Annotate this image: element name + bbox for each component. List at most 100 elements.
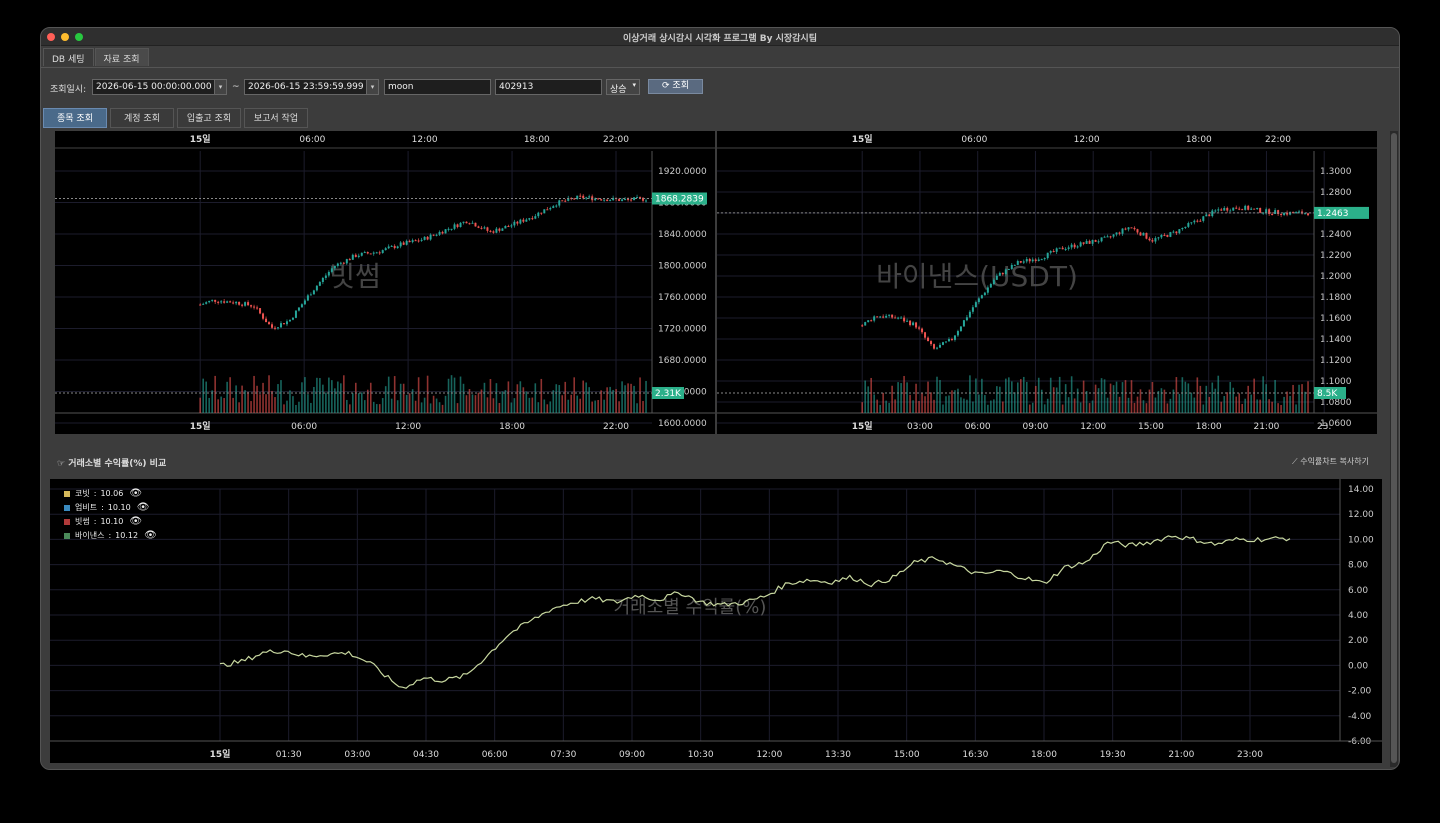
tab-account-query[interactable]: 계정 조회 — [110, 108, 174, 128]
candle-body — [995, 275, 998, 280]
candle-body — [414, 240, 417, 242]
eye-icon[interactable]: 👁 — [129, 516, 142, 527]
volume-bar — [387, 376, 390, 413]
volume-bar — [328, 377, 330, 413]
x-tick-label: 15:00 — [1138, 422, 1164, 432]
volume-bar — [1247, 385, 1249, 413]
volume-bar — [1091, 400, 1094, 413]
eye-icon[interactable]: 👁 — [129, 488, 142, 499]
candle-body — [241, 304, 244, 306]
volume-bar — [1286, 391, 1288, 413]
tab-deposit-query[interactable]: 입출고 조회 — [177, 108, 241, 128]
volume-bar — [1253, 378, 1255, 413]
y-tick-label: 1.1000 — [1320, 377, 1352, 387]
candle-body — [262, 313, 265, 319]
candle-body — [1052, 251, 1055, 253]
tab-data-query[interactable]: 자료 조회 — [94, 48, 149, 66]
y-tick-label: 2.00 — [1348, 636, 1368, 646]
user-input[interactable]: moon — [384, 79, 491, 95]
candle-body — [930, 341, 933, 345]
legend-binance[interactable]: 바이낸스 : 10.12 👁 — [64, 530, 157, 541]
candle-body — [432, 234, 435, 236]
volume-bar — [1088, 403, 1091, 413]
legend-bithumb-name: 빗썸 — [75, 517, 90, 526]
tab-db-setting[interactable]: DB 세팅 — [43, 48, 94, 66]
candle-body — [351, 254, 354, 260]
volume-bar — [483, 382, 486, 413]
volume-bar — [217, 399, 219, 413]
candle-body — [1112, 234, 1115, 237]
candle-body — [950, 339, 953, 341]
volume-bar — [1241, 403, 1244, 413]
eye-icon[interactable]: 👁 — [137, 502, 150, 513]
candle-body — [627, 199, 630, 201]
volume-bar — [238, 402, 240, 413]
volume-bar — [283, 404, 285, 413]
volume-bar — [957, 388, 959, 413]
candle-body — [1013, 264, 1016, 266]
volume-bar — [642, 400, 644, 413]
x-tick-label: 15:00 — [894, 750, 920, 760]
candle-body — [399, 242, 402, 247]
candle-body — [915, 322, 918, 328]
search-button[interactable]: ⟳ 조회 — [648, 79, 703, 94]
candle-body — [393, 245, 396, 249]
candle-body — [906, 320, 909, 322]
candle-body — [933, 344, 936, 349]
end-datetime-input[interactable]: 2026-06-15 23:59:59.999 — [244, 79, 379, 95]
top-x-tick-label: 22:00 — [1265, 135, 1291, 145]
candle-body — [903, 317, 906, 322]
x-tick-label: 12:00 — [1080, 422, 1106, 432]
candle-body — [1271, 213, 1274, 215]
candle-body — [315, 285, 318, 291]
end-datetime-dropdown[interactable]: ▾ — [366, 79, 379, 95]
direction-select[interactable]: 상승 ▾ — [606, 79, 640, 95]
code-input[interactable]: 402913 — [495, 79, 602, 95]
x-tick-label: 06:00 — [482, 750, 508, 760]
vertical-scrollbar[interactable] — [1390, 131, 1398, 767]
candle-body — [205, 302, 208, 304]
top-x-tick-label: 12:00 — [1074, 135, 1100, 145]
volume-bar — [945, 396, 947, 413]
bithumb-candle-chart[interactable]: 15일06:0012:0018:0022:001920.00001880.000… — [55, 131, 715, 434]
candle-body — [864, 322, 867, 326]
legend-bithumb[interactable]: 빗썸 : 10.10 👁 — [64, 516, 142, 527]
volume-bar — [639, 377, 641, 413]
volume-bar — [360, 392, 363, 413]
candle-body — [483, 227, 486, 229]
candle-body — [312, 290, 315, 295]
volume-bar — [540, 378, 543, 413]
candle-body — [546, 209, 549, 211]
volume-bar — [1202, 404, 1205, 413]
candle-body — [1304, 213, 1307, 215]
volume-bar — [1154, 397, 1157, 413]
legend-korbit[interactable]: 코빗 : 10.06 👁 — [64, 488, 142, 499]
candle-body — [238, 301, 241, 305]
candle-body — [1064, 248, 1067, 250]
binance-candle-chart[interactable]: 15일06:0012:0018:0022:001.30001.28001.260… — [717, 131, 1377, 434]
volume-bar — [396, 400, 399, 413]
volume-bar — [1022, 376, 1025, 413]
start-datetime-dropdown[interactable]: ▾ — [214, 79, 227, 95]
tab-report-work[interactable]: 보고서 작업 — [244, 108, 308, 128]
returns-line-chart[interactable]: 14.00 12.00 10.00 8.00 6.00 4.00 2.00 0.00 -2.00… — [50, 479, 1382, 763]
tab-item-query[interactable]: 종목 조회 — [43, 108, 107, 128]
eye-icon[interactable]: 👁 — [144, 530, 157, 541]
candle-body — [861, 325, 864, 327]
candle-body — [220, 301, 223, 303]
volume-bar — [247, 391, 249, 413]
volume-bar — [543, 399, 546, 413]
candle-body — [229, 301, 232, 303]
legend-upbit[interactable]: 업비트 : 10.10 👁 — [64, 502, 149, 513]
scrollbar-thumb[interactable] — [1391, 133, 1397, 763]
volume-bar — [897, 382, 899, 413]
volume-bar — [1193, 397, 1196, 413]
candle-body — [531, 218, 534, 220]
returns-section-title: ☞ 거래소별 수익률(%) 비교 — [57, 456, 166, 469]
volume-bar — [1226, 392, 1229, 413]
start-datetime-input[interactable]: 2026-06-15 00:00:00.000 — [92, 79, 227, 95]
volume-bar — [357, 393, 360, 413]
candle-body — [1106, 236, 1109, 238]
volume-bar — [1109, 383, 1112, 413]
copy-returns-chart-button[interactable]: ⟋ 수익률차트 복사하기 — [1292, 456, 1369, 467]
